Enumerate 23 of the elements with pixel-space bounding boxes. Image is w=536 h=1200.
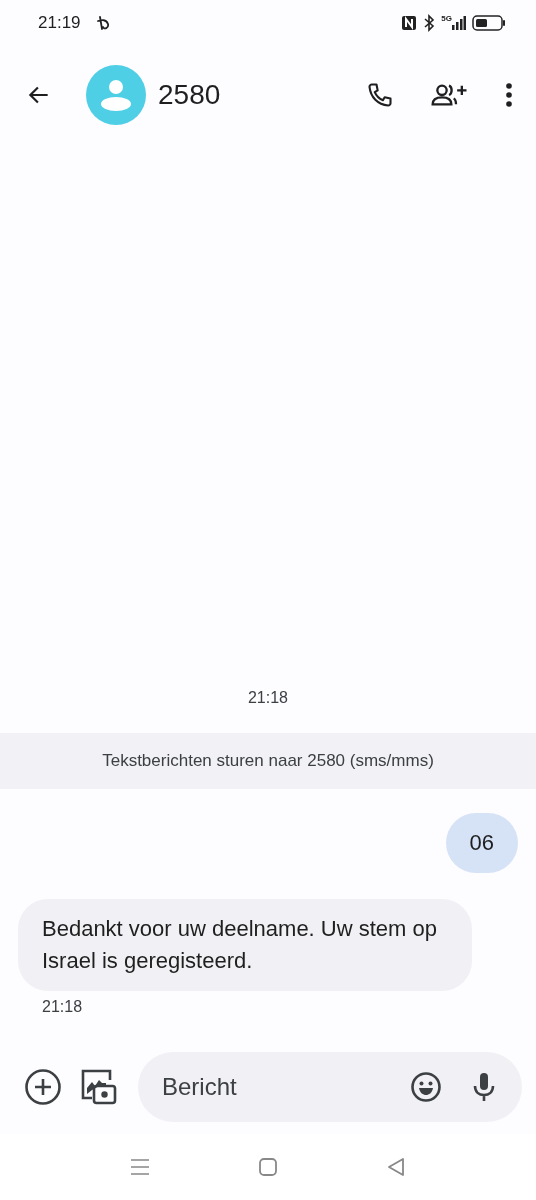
- phone-icon: [366, 81, 394, 109]
- home-icon[interactable]: [258, 1157, 278, 1177]
- signal-icon: [452, 16, 466, 30]
- avatar-icon: [86, 65, 146, 125]
- network-label: 5G: [441, 14, 452, 23]
- battery-icon: [472, 15, 506, 31]
- sent-message: 06: [445, 813, 518, 873]
- emoji-icon[interactable]: [410, 1071, 442, 1103]
- status-time: 21:19: [38, 13, 81, 33]
- back-icon[interactable]: [386, 1157, 406, 1177]
- received-message: Bedankt voor uw deelname. Uw stem op Israel is geregisteerd.: [18, 899, 472, 991]
- info-banner: Tekstberichten sturen naar 2580 (sms/mms): [0, 733, 536, 789]
- message-field[interactable]: Bericht: [160, 1072, 380, 1102]
- more-icon: [504, 82, 514, 108]
- contact-name: 2580: [158, 79, 221, 111]
- bluetooth-icon: [423, 14, 436, 32]
- microphone-icon[interactable]: [472, 1072, 496, 1102]
- notification-icon: [96, 15, 111, 31]
- gallery-camera-icon: [80, 1068, 118, 1106]
- timestamp: 21:18: [246, 689, 289, 707]
- message-time: 21:18: [42, 998, 84, 1016]
- plus-circle-icon: [24, 1068, 62, 1106]
- nfc-icon: [401, 15, 418, 31]
